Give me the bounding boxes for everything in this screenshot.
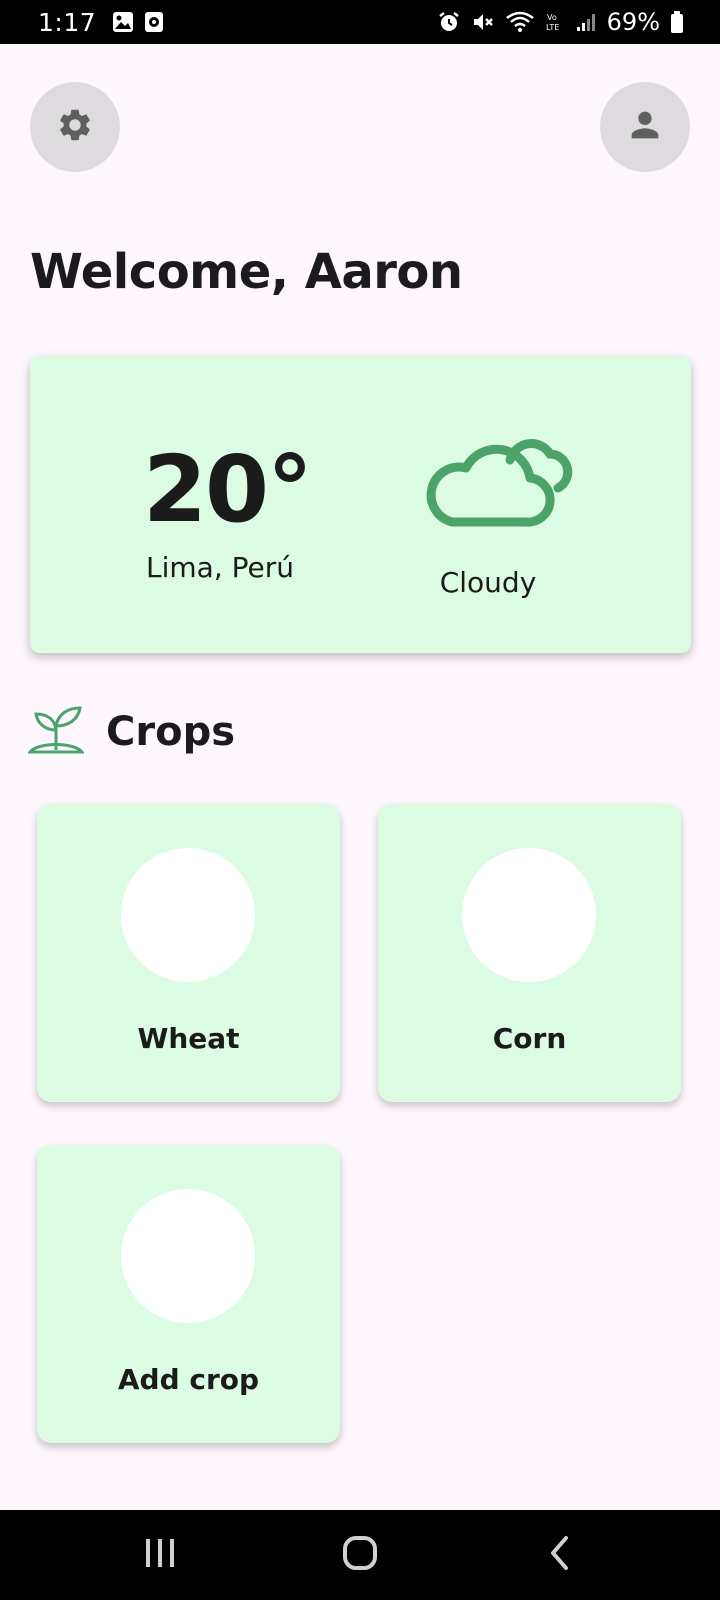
location: Lima, Perú (146, 551, 294, 584)
profile-button[interactable] (600, 82, 690, 172)
crop-label: Add crop (117, 1363, 260, 1396)
alarm-icon (437, 10, 461, 34)
home-button[interactable] (320, 1510, 400, 1600)
welcome-heading: Welcome, Aaron (30, 244, 463, 300)
add-crop-button[interactable]: Add crop (37, 1145, 340, 1443)
weather-condition: Cloudy (439, 566, 537, 599)
gear-icon (56, 106, 94, 148)
crop-card-wheat[interactable]: Wheat (37, 804, 340, 1102)
crop-card-corn[interactable]: Corn (378, 804, 681, 1102)
cloud-icon (418, 424, 578, 538)
status-left: 1:17 (38, 8, 164, 37)
person-icon (625, 105, 665, 149)
wifi-icon (505, 10, 535, 34)
signal-icon (575, 11, 597, 33)
temperature: 20° (143, 436, 313, 543)
sprout-icon (26, 704, 86, 760)
volte-icon: Vo LTE (545, 10, 565, 34)
home-icon (342, 1535, 378, 1575)
recents-button[interactable] (120, 1510, 200, 1600)
svg-text:Vo: Vo (547, 13, 557, 22)
status-right: Vo LTE 69% (437, 8, 684, 36)
svg-text:LTE: LTE (546, 23, 559, 32)
crop-image (121, 1189, 255, 1323)
navigation-bar (0, 1510, 720, 1600)
back-button[interactable] (520, 1510, 600, 1600)
weather-card[interactable]: 20° Lima, Perú Cloudy (30, 356, 691, 653)
battery-icon (670, 10, 684, 34)
status-time: 1:17 (38, 7, 97, 37)
recents-icon (143, 1537, 177, 1573)
app-screen: Welcome, Aaron 20° Lima, Perú Cloudy Cro… (0, 44, 720, 1510)
status-bar: 1:17 Vo LTE 69% (0, 0, 720, 44)
crop-label: Corn (492, 1022, 567, 1055)
crop-label: Wheat (137, 1022, 240, 1055)
crop-image (462, 848, 596, 982)
settings-button[interactable] (30, 82, 120, 172)
crop-image (121, 848, 255, 982)
gallery-icon (112, 11, 134, 33)
screen-record-icon (144, 11, 164, 33)
crops-header: Crops (26, 704, 236, 760)
crops-title: Crops (106, 709, 236, 755)
mute-icon (471, 10, 495, 34)
battery-percent: 69% (606, 8, 660, 36)
back-icon (548, 1535, 572, 1575)
